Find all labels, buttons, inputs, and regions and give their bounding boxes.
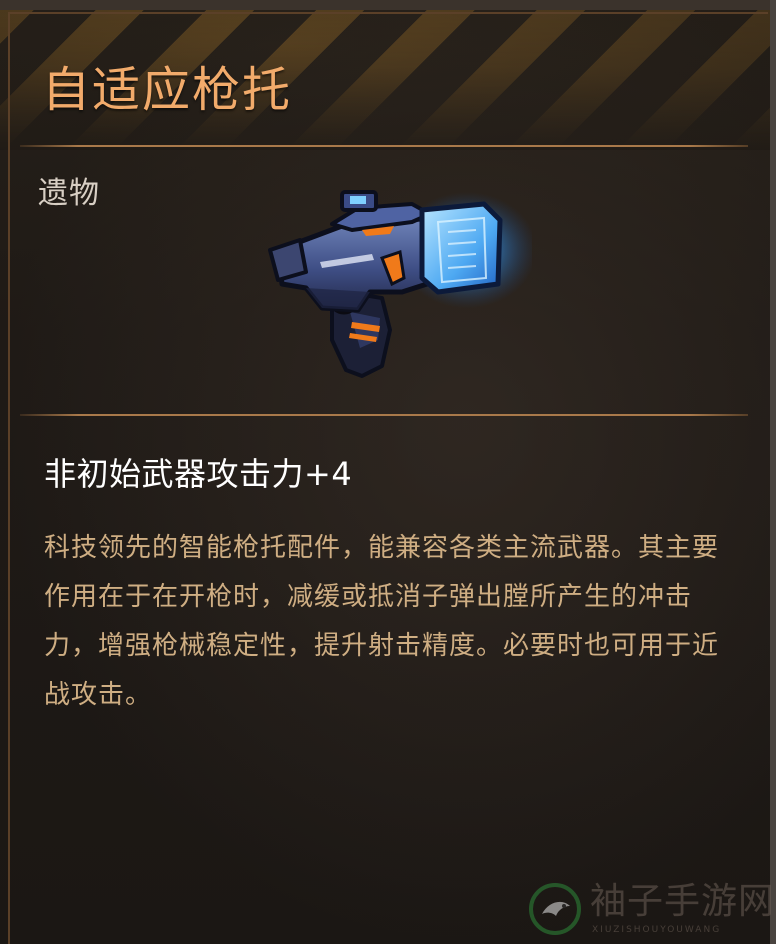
watermark-subtext: XIUZISHOUYOUWANG [592,925,722,935]
title-divider [20,145,748,147]
item-description: 科技领先的智能枪托配件，能兼容各类主流武器。其主要作用在于在开枪时，减缓或抵消子… [44,533,720,710]
card-right-edge [770,0,776,944]
energy-pistol-stock-icon [268,190,532,378]
item-category: 遗物 [38,176,100,211]
watermark-text: 袖子手游网 [590,881,776,922]
item-title: 自适应枪托 [42,62,293,118]
item-stat: 非初始武器攻击力+4 [44,455,353,493]
art-divider [20,414,748,416]
top-edge [0,0,776,10]
bird-logo-icon [529,883,581,935]
watermark: 袖子手游网 XIUZISHOUYOUWANG [528,878,774,940]
item-detail-card: 自适应枪托 遗物 非初始武器攻击力+4 科技领先的智能枪托配件，能兼容各类主流武… [0,0,776,944]
